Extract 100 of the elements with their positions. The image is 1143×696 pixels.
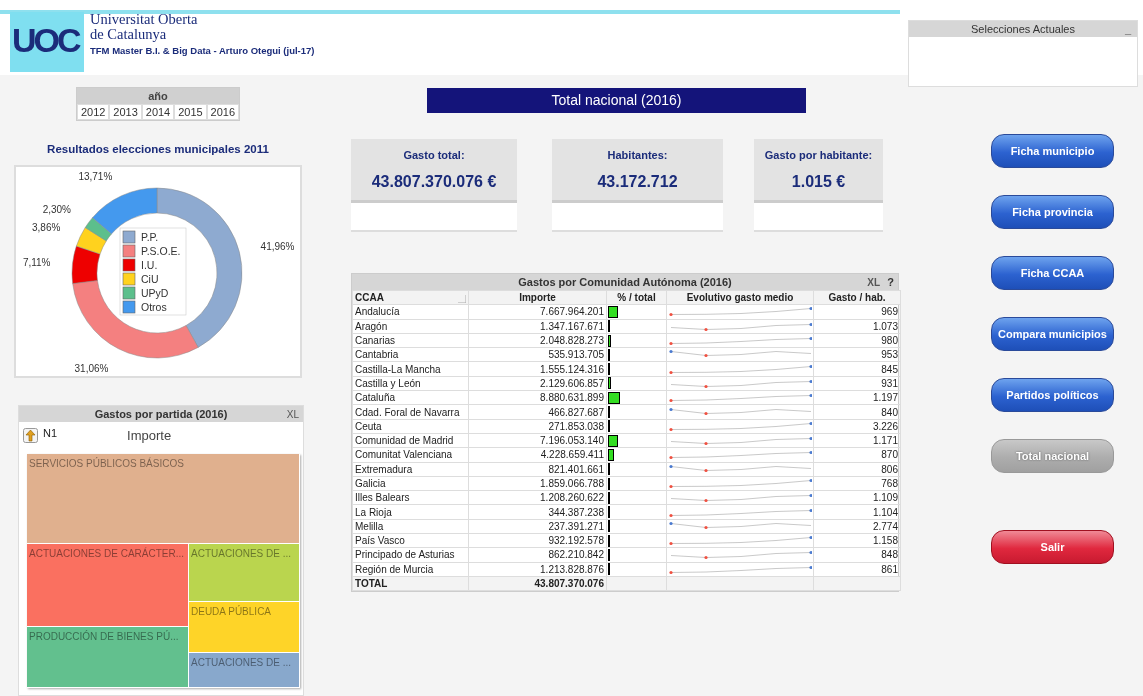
table-cell: 1.104 xyxy=(813,504,901,520)
column-header[interactable]: Gasto / hab. xyxy=(813,290,901,305)
column-header[interactable]: % / total xyxy=(606,290,667,305)
table-cell: 271.853.038 xyxy=(468,419,607,434)
total-value: 43.807.370.076 xyxy=(468,576,607,591)
measure-label: Importe xyxy=(127,426,172,445)
export-button[interactable]: XL xyxy=(867,275,880,290)
table-cell: Región de Murcia xyxy=(352,562,469,577)
table-title: Gastos por Comunidad Autónoma (2016) xyxy=(518,274,732,290)
table-cell: 870 xyxy=(813,447,901,463)
table-cell: Comunidad de Madrid xyxy=(352,433,469,448)
table-cell: Cataluña xyxy=(352,390,469,405)
minimize-button[interactable]: _ xyxy=(1124,21,1131,38)
table-cell: Andalucía xyxy=(352,304,469,320)
nav-button[interactable]: Ficha CCAA xyxy=(991,256,1114,290)
year-option[interactable]: 2015 xyxy=(174,104,207,120)
legend-swatch xyxy=(122,286,136,300)
legend-label: I.U. xyxy=(141,259,158,272)
university-name: Universitat Oberta xyxy=(90,12,199,27)
nav-button[interactable]: Partidos políticos xyxy=(991,378,1114,412)
table-cell: Cantabria xyxy=(352,347,469,362)
table-cell: País Vasco xyxy=(352,533,469,548)
treemap-tile[interactable]: DEUDA PÚBLICA xyxy=(189,602,300,654)
table-cell: 1.213.828.876 xyxy=(468,562,607,577)
table-cell: 1.208.260.622 xyxy=(468,490,607,505)
data-label: 31,06% xyxy=(74,363,109,375)
table-cell: 768 xyxy=(813,476,901,491)
table-cell: 932.192.578 xyxy=(468,533,607,548)
treemap-tile[interactable]: ACTUACIONES DE ... xyxy=(189,544,300,603)
table-cell: 862.210.842 xyxy=(468,547,607,563)
section-banner: Total nacional (2016) xyxy=(427,88,806,113)
table-cell: 980 xyxy=(813,333,901,348)
legend-swatch xyxy=(122,300,136,314)
treemap-tile[interactable]: ACTUACIONES DE ... xyxy=(189,653,300,689)
legend-label: UPyD xyxy=(141,287,169,300)
table-cell: 931 xyxy=(813,376,901,391)
legend-swatch xyxy=(122,272,136,286)
table-cell: 3.226 xyxy=(813,419,901,434)
legend-swatch xyxy=(122,244,136,258)
table-cell: La Rioja xyxy=(352,504,469,520)
data-label: 7,11% xyxy=(22,257,51,269)
nav-button[interactable]: Ficha municipio xyxy=(991,134,1114,168)
table-cell: Cdad. Foral de Navarra xyxy=(352,404,469,420)
column-header[interactable]: Importe xyxy=(468,290,607,305)
column-header[interactable]: CCAA xyxy=(352,290,469,305)
table-cell: Principado de Asturias xyxy=(352,547,469,563)
legend-label: P.S.O.E. xyxy=(141,245,181,258)
column-header[interactable]: Evolutivo gasto medio xyxy=(666,290,814,305)
table-cell: 2.774 xyxy=(813,519,901,534)
table-cell: 1.859.066.788 xyxy=(468,476,607,491)
year-option[interactable]: 2014 xyxy=(141,104,175,120)
column-label: CCAA xyxy=(355,292,384,304)
panel-title: Selecciones Actuales xyxy=(971,21,1075,37)
help-button[interactable]: ? xyxy=(887,274,894,291)
nav-button[interactable]: Ficha provincia xyxy=(991,195,1114,229)
table-cell: 7.196.053.140 xyxy=(468,433,607,448)
kpi-label: Gasto total: xyxy=(403,148,465,163)
table-cell: 2.129.606.857 xyxy=(468,376,607,391)
table-cell: Illes Balears xyxy=(352,490,469,505)
nav-button[interactable]: Compara municipios xyxy=(991,317,1114,351)
export-button[interactable]: XL xyxy=(286,407,299,423)
table-cell: 1.347.167.671 xyxy=(468,319,607,334)
treemap-tile[interactable]: SERVICIOS PÚBLICOS BÁSICOS xyxy=(27,454,300,545)
university-name: de Catalunya xyxy=(90,27,168,42)
year-option[interactable]: 2012 xyxy=(77,104,110,120)
table-cell: 1.555.124.316 xyxy=(468,362,607,377)
table-cell: 969 xyxy=(813,304,901,320)
legend-label: Otros xyxy=(141,301,167,314)
table-cell: Canarias xyxy=(352,333,469,348)
data-label: 3,86% xyxy=(32,222,61,234)
year-option[interactable]: 2013 xyxy=(109,104,142,120)
drill-up-icon[interactable] xyxy=(23,427,38,443)
tile-label: PRODUCCIÓN DE BIENES PÚ... xyxy=(28,629,180,645)
tile-label: ACTUACIONES DE ... xyxy=(190,656,292,671)
table-cell: Comunitat Valenciana xyxy=(352,447,469,463)
table-cell: 861 xyxy=(813,562,901,577)
year-header: año xyxy=(77,88,239,104)
table-cell: 4.228.659.411 xyxy=(468,447,607,463)
table-cell: 840 xyxy=(813,404,901,420)
tile-label: ACTUACIONES DE CARÁCTER... xyxy=(28,546,186,562)
table-cell: 344.387.238 xyxy=(468,504,607,520)
table-cell: 7.667.964.201 xyxy=(468,304,607,320)
legend-label: CiU xyxy=(141,273,159,286)
table-cell: 466.827.687 xyxy=(468,404,607,420)
kpi-label: Gasto por habitante: xyxy=(764,148,873,163)
table-cell: 848 xyxy=(813,547,901,563)
data-label: 41,96% xyxy=(260,241,295,253)
table-cell: 1.158 xyxy=(813,533,901,548)
table-cell: 1.109 xyxy=(813,490,901,505)
table-cell: Galicia xyxy=(352,476,469,491)
treemap-tile[interactable]: PRODUCCIÓN DE BIENES PÚ... xyxy=(27,627,189,689)
tile-label: DEUDA PÚBLICA xyxy=(190,604,273,620)
kpi-value: 43.172.712 xyxy=(597,171,678,192)
table-cell: 1.073 xyxy=(813,319,901,334)
total-label: TOTAL xyxy=(352,576,469,591)
table-cell: 821.401.661 xyxy=(468,462,607,477)
subtitle: TFM Master B.I. & Big Data - Arturo Otegui (jul-17) xyxy=(90,44,315,58)
year-option[interactable]: 2016 xyxy=(206,104,240,120)
exit-button[interactable]: Salir xyxy=(991,530,1114,564)
table-cell: 2.048.828.273 xyxy=(468,333,607,348)
